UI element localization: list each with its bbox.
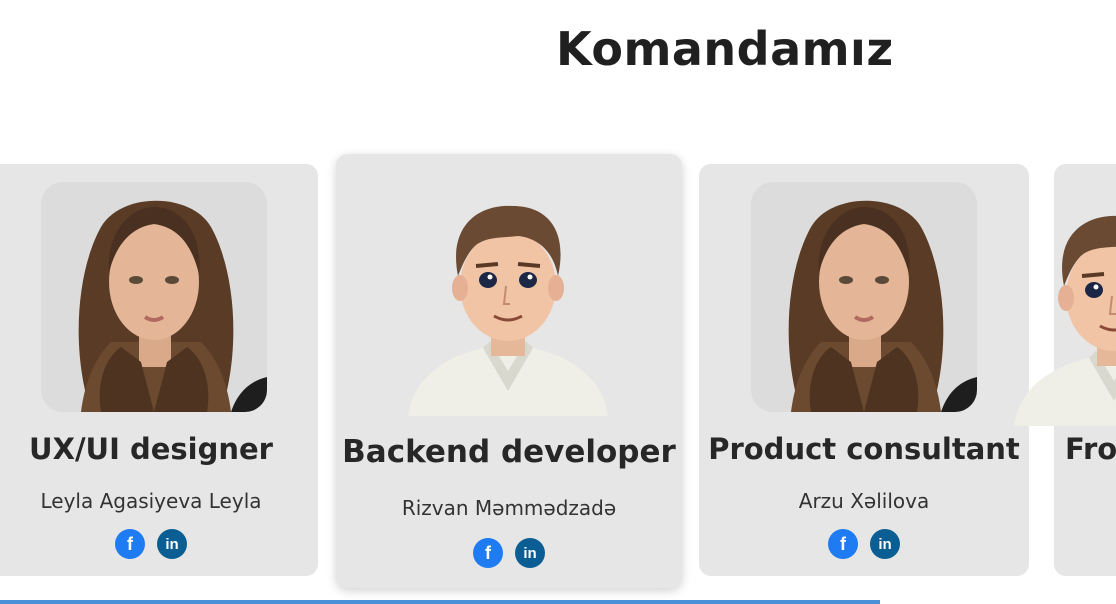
facebook-icon[interactable]: f [473,538,503,568]
facebook-icon[interactable]: f [828,529,858,559]
member-role: Backend developer [342,434,676,470]
linkedin-icon[interactable]: in [515,538,545,568]
member-name: Leyla Agasiyeva Leyla [40,489,262,513]
team-card: Fro [1054,164,1116,576]
carousel-scrollbar[interactable] [0,600,880,604]
social-links: f in [0,529,318,559]
team-card: Product consultant Arzu Xəlilova f in [699,164,1029,576]
social-links: f in [699,529,1029,559]
member-photo [994,186,1116,426]
member-name: Rizvan Məmmədzadə [401,496,617,520]
linkedin-icon[interactable]: in [157,529,187,559]
team-card: UX/UI designer Leyla Agasiyeva Leyla f i… [0,164,318,576]
linkedin-icon[interactable]: in [870,529,900,559]
team-section: Komandamız UX/UI designer Leyla Agasiyev… [0,0,1116,604]
member-role: Product consultant [708,432,1020,466]
member-photo [388,176,628,416]
member-role: Fro [1065,432,1116,466]
facebook-icon[interactable]: f [115,529,145,559]
section-title: Komandamız [556,22,894,76]
member-name: Arzu Xəlilova [798,489,930,513]
member-role: UX/UI designer [29,432,273,466]
member-photo [751,182,977,412]
member-photo [41,182,267,412]
social-links: f in [336,538,682,568]
team-card-featured: Backend developer Rizvan Məmmədzadə f in [336,154,682,588]
